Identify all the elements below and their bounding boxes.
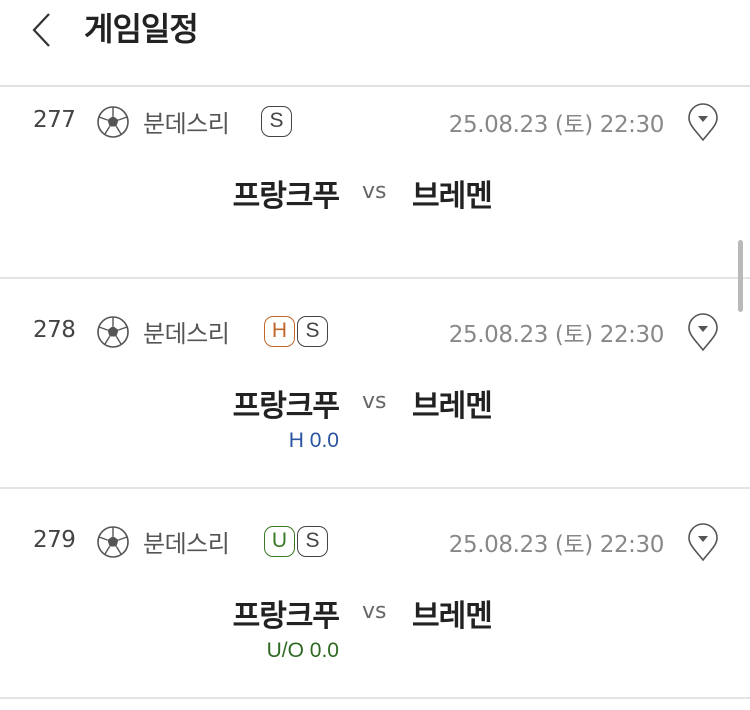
location-pin-icon[interactable]: [686, 522, 720, 562]
scrollbar-thumb[interactable]: [738, 240, 743, 312]
app-header: 게임일정: [0, 0, 750, 87]
away-team: 브레멘: [412, 179, 493, 214]
home-team: 프랑크푸: [232, 179, 340, 214]
match-datetime: 25.08.23 (토) 22:30: [448, 322, 665, 348]
match-datetime: 25.08.23 (토) 22:30: [448, 532, 665, 558]
page-title: 게임일정: [84, 10, 199, 48]
league-name: 분데스리: [143, 530, 230, 558]
back-button[interactable]: [24, 8, 64, 52]
vs-label: vs: [362, 179, 387, 204]
match-number: 278: [33, 317, 76, 343]
teams-row: 프랑크푸 vs 브레멘: [0, 591, 750, 634]
vs-label: vs: [362, 599, 387, 624]
special-badge: S: [297, 316, 328, 347]
match-card[interactable]: 278 분데스리 H S 25.08.23 (토) 22:30 프랑크푸 vs …: [0, 279, 750, 489]
match-number: 277: [33, 107, 76, 133]
handicap-odds: H 0.0: [288, 429, 339, 452]
bet-type-badges: U S: [264, 526, 328, 557]
soccer-ball-icon: [97, 526, 129, 558]
chevron-left-icon: [32, 13, 50, 47]
special-badge: S: [261, 106, 292, 137]
league-name: 분데스리: [143, 320, 230, 348]
special-badge: S: [297, 526, 328, 557]
under-over-badge: U: [264, 526, 295, 557]
teams-row: 프랑크푸 vs 브레멘: [0, 171, 750, 214]
under-over-odds: U/O 0.0: [266, 639, 339, 662]
soccer-ball-icon: [97, 316, 129, 348]
bet-type-badges: H S: [264, 316, 328, 347]
away-team: 브레멘: [412, 599, 493, 634]
league-name: 분데스리: [143, 110, 230, 138]
match-card[interactable]: 279 분데스리 U S 25.08.23 (토) 22:30 프랑크푸 vs …: [0, 489, 750, 699]
location-pin-icon[interactable]: [686, 312, 720, 352]
vs-label: vs: [362, 389, 387, 414]
location-pin-icon[interactable]: [686, 102, 720, 142]
match-number: 279: [33, 527, 76, 553]
match-datetime: 25.08.23 (토) 22:30: [448, 112, 665, 138]
home-team: 프랑크푸: [232, 389, 340, 424]
soccer-ball-icon: [97, 106, 129, 138]
bet-type-badges: S: [261, 106, 292, 137]
home-team: 프랑크푸: [232, 599, 340, 634]
match-card[interactable]: 277 분데스리 S 25.08.23 (토) 22:30 프랑크푸 vs 브레…: [0, 87, 750, 279]
teams-row: 프랑크푸 vs 브레멘: [0, 381, 750, 424]
handicap-badge: H: [264, 316, 295, 347]
away-team: 브레멘: [412, 389, 493, 424]
